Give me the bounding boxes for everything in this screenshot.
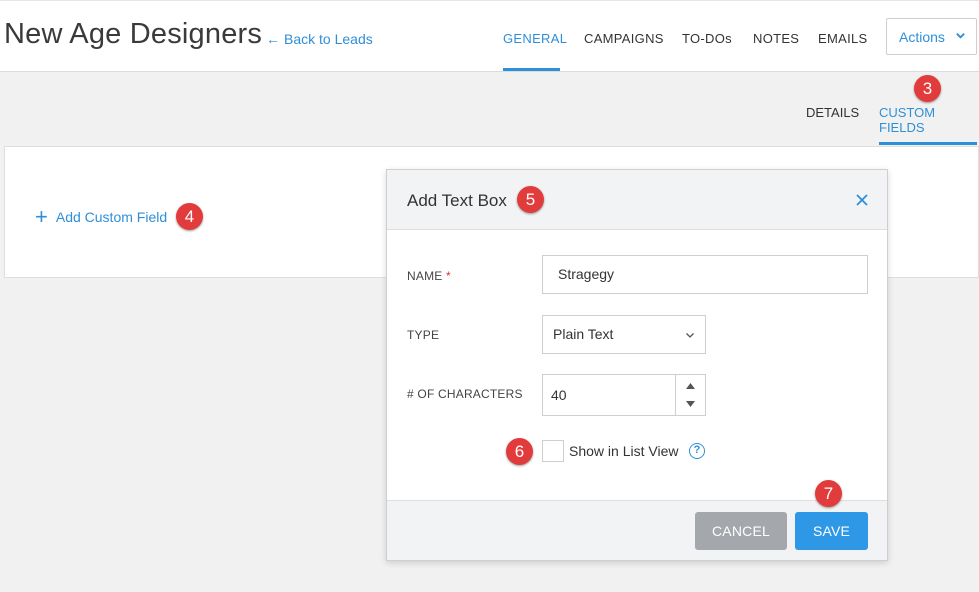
back-label: Back to Leads [284,31,373,47]
tab-notes[interactable]: NOTES [753,31,799,46]
page-header: New Age Designers ← Back to Leads GENERAL… [0,0,979,72]
callout-marker: 3 [914,75,941,102]
increment-icon[interactable] [686,383,695,389]
tab-emails[interactable]: EMAILS [818,31,867,46]
help-icon[interactable]: ? [689,443,705,459]
tab-general[interactable]: GENERAL [503,31,567,46]
arrow-left-icon: ← [266,31,280,47]
callout-marker: 7 [815,480,842,507]
dialog-footer: CANCEL SAVE [387,500,887,560]
name-label-text: NAME [407,269,443,283]
save-button[interactable]: SAVE [795,512,868,550]
name-label: NAME * [407,269,451,283]
subtab-custom-fields[interactable]: CUSTOM FIELDS [879,105,979,135]
type-label: TYPE [407,328,440,342]
name-field[interactable]: Stragegy [542,255,868,294]
active-tab-indicator [503,68,560,71]
decrement-icon[interactable] [686,401,695,407]
actions-dropdown[interactable]: Actions [886,18,977,55]
callout-marker: 5 [517,186,544,213]
plus-icon: + [35,204,48,229]
show-in-list-view-checkbox[interactable] [542,440,564,462]
page-title: New Age Designers [4,18,263,50]
stepper-controls [675,375,705,415]
back-to-leads-link[interactable]: ← Back to Leads [266,31,373,47]
tab-todos[interactable]: TO-DOs [682,31,732,46]
active-subtab-indicator [879,142,977,145]
callout-marker: 4 [176,203,203,230]
characters-value: 40 [551,387,567,403]
chevron-down-icon [956,33,965,39]
callout-marker: 6 [506,438,533,465]
add-custom-field-label: Add Custom Field [55,209,168,225]
cancel-button[interactable]: CANCEL [695,512,787,550]
add-custom-field-link[interactable]: + Add Custom Field [35,204,168,229]
tab-campaigns[interactable]: CAMPAIGNS [584,31,664,46]
characters-label: # OF CHARACTERS [407,387,523,401]
actions-label: Actions [899,29,945,45]
show-in-list-view-label: Show in List View [569,443,679,459]
characters-stepper[interactable]: 40 [542,374,706,416]
type-select-value: Plain Text [553,326,614,342]
subtab-details[interactable]: DETAILS [806,105,859,120]
add-text-box-dialog: Add Text Box NAME * Stragegy TYPE Plain … [386,169,888,561]
dialog-header: Add Text Box [387,170,887,230]
required-marker: * [446,269,451,283]
type-select[interactable]: Plain Text [542,315,706,354]
close-icon[interactable] [855,193,869,207]
chevron-down-icon [686,333,694,338]
dialog-title: Add Text Box [407,191,507,210]
